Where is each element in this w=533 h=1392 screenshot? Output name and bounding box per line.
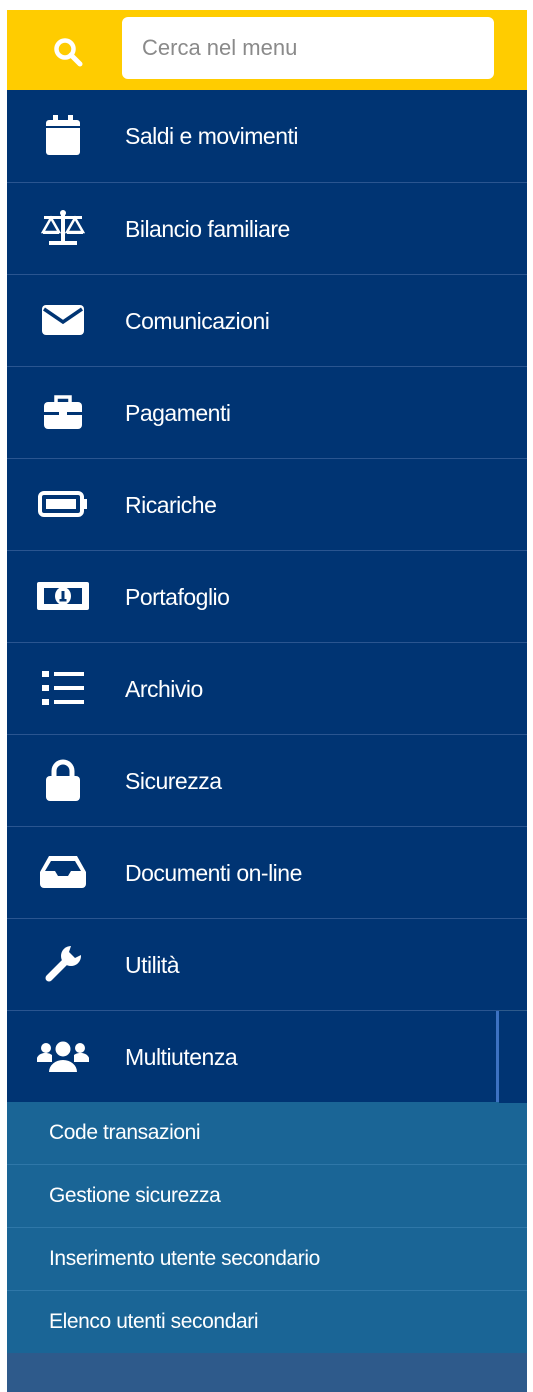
menu-item-sicurezza[interactable]: Sicurezza <box>7 734 527 826</box>
search-icon[interactable] <box>53 37 83 67</box>
search-bar <box>7 10 527 90</box>
menu-item-label: Multiutenza <box>125 1044 238 1070</box>
menu-item-pagamenti[interactable]: Pagamenti <box>7 366 527 458</box>
search-input[interactable] <box>122 17 494 79</box>
menu-item-label: Documenti on-line <box>125 860 302 886</box>
menu-item-documenti-on-line[interactable]: Documenti on-line <box>7 826 527 918</box>
submenu-item-code-transazioni[interactable]: Code transazioni <box>7 1102 527 1164</box>
menu-items: Saldi e movimenti Bilancio familiare Com… <box>7 90 527 1103</box>
menu-item-label: Pagamenti <box>125 400 231 426</box>
submenu-multiutenza: Code transazioni Gestione sicurezza Inse… <box>7 1102 527 1353</box>
menu-item-label: Portafoglio <box>125 584 230 610</box>
menu-item-comunicazioni[interactable]: Comunicazioni <box>7 274 527 366</box>
menu-item-label: Archivio <box>125 676 203 702</box>
menu-item-label: Comunicazioni <box>125 308 270 334</box>
menu-item-portafoglio[interactable]: Portafoglio <box>7 550 527 642</box>
calendar-icon <box>35 112 91 158</box>
users-icon <box>35 1033 91 1079</box>
menu-item-archivio[interactable]: Archivio <box>7 642 527 734</box>
menu-item-ricariche[interactable]: Ricariche <box>7 458 527 550</box>
side-menu: Saldi e movimenti Bilancio familiare <box>7 10 527 1392</box>
submenu-item-inserimento-utente-secondario[interactable]: Inserimento utente secondario <box>7 1227 527 1290</box>
envelope-icon <box>35 297 91 343</box>
battery-icon <box>35 481 91 527</box>
briefcase-icon <box>35 389 91 435</box>
list-icon <box>35 665 91 711</box>
menu-item-multiutenza[interactable]: Multiutenza <box>7 1010 527 1103</box>
menu-item-label: Saldi e movimenti <box>125 123 299 149</box>
menu-item-saldi-e-movimenti[interactable]: Saldi e movimenti <box>7 90 527 182</box>
menu-item-label: Ricariche <box>125 492 217 518</box>
balance-scale-icon <box>35 205 91 251</box>
submenu-item-gestione-sicurezza[interactable]: Gestione sicurezza <box>7 1164 527 1227</box>
menu-item-label: Bilancio familiare <box>125 216 290 242</box>
menu-item-label: Sicurezza <box>125 768 222 794</box>
menu-item-bilancio-familiare[interactable]: Bilancio familiare <box>7 182 527 274</box>
wrench-icon <box>35 941 91 987</box>
banknote-icon <box>35 573 91 619</box>
submenu-item-elenco-utenti-secondari[interactable]: Elenco utenti secondari <box>7 1290 527 1353</box>
inbox-icon <box>35 849 91 895</box>
lock-icon <box>35 757 91 803</box>
menu-item-label: Utilità <box>125 952 180 978</box>
menu-item-utilita[interactable]: Utilità <box>7 918 527 1010</box>
